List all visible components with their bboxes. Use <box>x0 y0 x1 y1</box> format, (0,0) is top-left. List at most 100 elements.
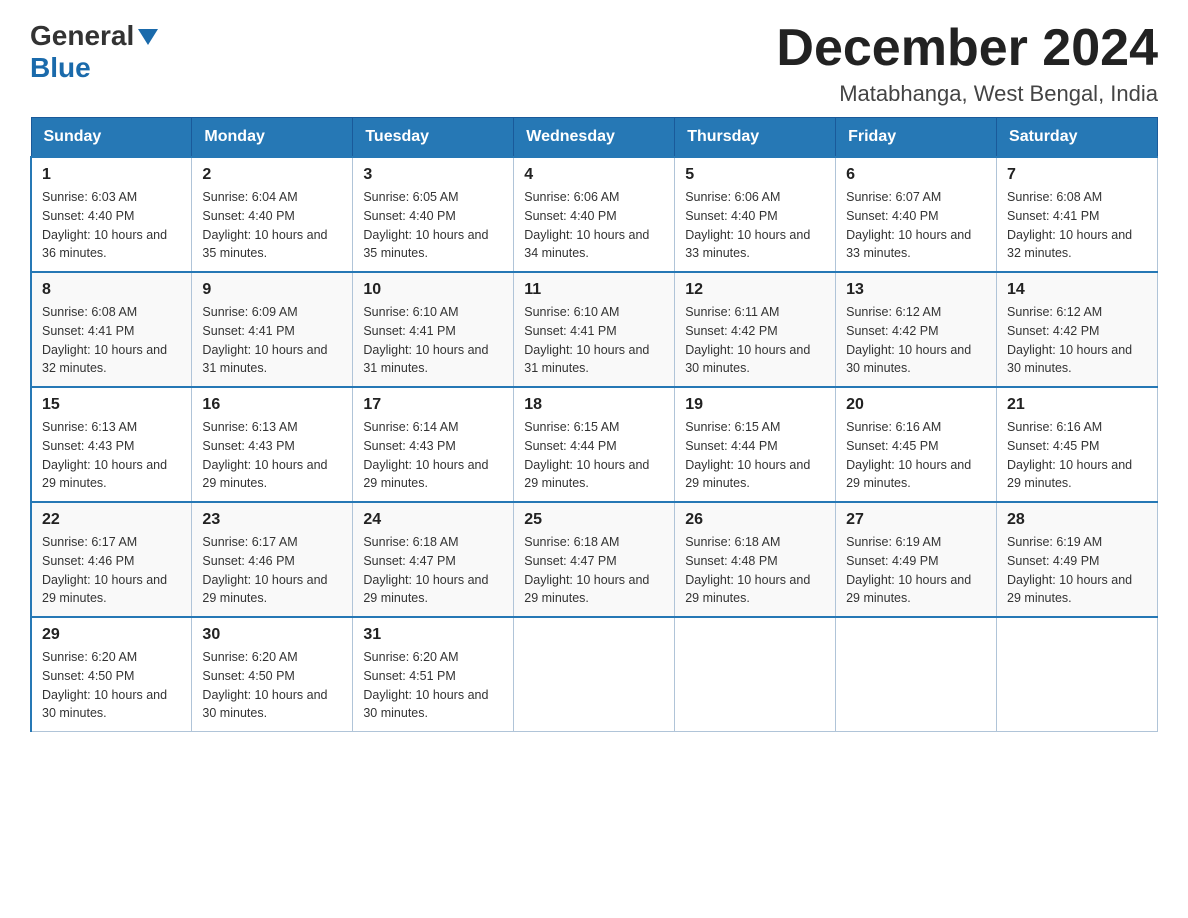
day-number: 4 <box>524 166 664 184</box>
calendar-cell: 28 Sunrise: 6:19 AMSunset: 4:49 PMDayligh… <box>997 502 1158 617</box>
calendar-cell: 19Sunrise: 6:15 AMSunset: 4:44 PMDayligh… <box>675 387 836 502</box>
col-header-monday: Monday <box>192 118 353 158</box>
calendar-cell: 4 Sunrise: 6:06 AMSunset: 4:40 PMDaylight… <box>514 157 675 272</box>
calendar-cell: 10 Sunrise: 6:10 AMSunset: 4:41 PMDayligh… <box>353 272 514 387</box>
calendar-subtitle: Matabhanga, West Bengal, India <box>776 81 1158 107</box>
day-info: Sunrise: 6:06 AMSunset: 4:40 PMDaylight:… <box>524 188 664 263</box>
day-info: Sunrise: 6:19 AMSunset: 4:49 PMDaylight:… <box>1007 533 1147 608</box>
day-info: Sunrise: 6:13 AMSunset: 4:43 PMDaylight:… <box>202 418 342 493</box>
day-number: 12 <box>685 281 825 299</box>
day-number: 22 <box>42 511 181 529</box>
calendar-cell: 15Sunrise: 6:13 AMSunset: 4:43 PMDayligh… <box>31 387 192 502</box>
day-number: 10 <box>363 281 503 299</box>
day-number: 26 <box>685 511 825 529</box>
col-header-saturday: Saturday <box>997 118 1158 158</box>
week-row-5: 29 Sunrise: 6:20 AMSunset: 4:50 PMDayligh… <box>31 617 1158 732</box>
day-info: Sunrise: 6:16 AMSunset: 4:45 PMDaylight:… <box>1007 418 1147 493</box>
day-info: Sunrise: 6:20 AMSunset: 4:50 PMDaylight:… <box>202 648 342 723</box>
logo-blue-text: Blue <box>30 52 91 84</box>
day-number: 24 <box>363 511 503 529</box>
day-info: Sunrise: 6:04 AMSunset: 4:40 PMDaylight:… <box>202 188 342 263</box>
calendar-cell: 8 Sunrise: 6:08 AMSunset: 4:41 PMDaylight… <box>31 272 192 387</box>
day-number: 13 <box>846 281 986 299</box>
col-header-tuesday: Tuesday <box>353 118 514 158</box>
calendar-cell: 6 Sunrise: 6:07 AMSunset: 4:40 PMDaylight… <box>836 157 997 272</box>
day-info: Sunrise: 6:18 AMSunset: 4:47 PMDaylight:… <box>524 533 664 608</box>
col-header-friday: Friday <box>836 118 997 158</box>
calendar-cell: 13 Sunrise: 6:12 AMSunset: 4:42 PMDayligh… <box>836 272 997 387</box>
logo: General <box>30 20 160 52</box>
day-number: 28 <box>1007 511 1147 529</box>
day-number: 14 <box>1007 281 1147 299</box>
day-info: Sunrise: 6:16 AMSunset: 4:45 PMDaylight:… <box>846 418 986 493</box>
calendar-cell: 16 Sunrise: 6:13 AMSunset: 4:43 PMDayligh… <box>192 387 353 502</box>
day-info: Sunrise: 6:10 AMSunset: 4:41 PMDaylight:… <box>363 303 503 378</box>
logo-area: General Blue <box>30 20 160 84</box>
calendar-cell <box>675 617 836 732</box>
col-header-sunday: Sunday <box>31 118 192 158</box>
day-info: Sunrise: 6:12 AMSunset: 4:42 PMDaylight:… <box>846 303 986 378</box>
day-number: 5 <box>685 166 825 184</box>
day-number: 3 <box>363 166 503 184</box>
day-number: 25 <box>524 511 664 529</box>
calendar-cell: 23 Sunrise: 6:17 AMSunset: 4:46 PMDayligh… <box>192 502 353 617</box>
col-header-thursday: Thursday <box>675 118 836 158</box>
day-info: Sunrise: 6:20 AMSunset: 4:51 PMDaylight:… <box>363 648 503 723</box>
day-number: 16 <box>202 396 342 414</box>
day-info: Sunrise: 6:18 AMSunset: 4:47 PMDaylight:… <box>363 533 503 608</box>
week-row-4: 22 Sunrise: 6:17 AMSunset: 4:46 PMDayligh… <box>31 502 1158 617</box>
day-info: Sunrise: 6:09 AMSunset: 4:41 PMDaylight:… <box>202 303 342 378</box>
day-number: 6 <box>846 166 986 184</box>
calendar-cell: 12 Sunrise: 6:11 AMSunset: 4:42 PMDayligh… <box>675 272 836 387</box>
day-number: 29 <box>42 626 181 644</box>
calendar-cell: 26 Sunrise: 6:18 AMSunset: 4:48 PMDayligh… <box>675 502 836 617</box>
day-info: Sunrise: 6:03 AMSunset: 4:40 PMDaylight:… <box>42 188 181 263</box>
day-number: 23 <box>202 511 342 529</box>
day-info: Sunrise: 6:06 AMSunset: 4:40 PMDaylight:… <box>685 188 825 263</box>
day-number: 31 <box>363 626 503 644</box>
day-info: Sunrise: 6:10 AMSunset: 4:41 PMDaylight:… <box>524 303 664 378</box>
calendar-cell: 29Sunrise: 6:20 AMSunset: 4:50 PMDayligh… <box>31 617 192 732</box>
day-number: 27 <box>846 511 986 529</box>
calendar-cell: 18Sunrise: 6:15 AMSunset: 4:44 PMDayligh… <box>514 387 675 502</box>
week-row-3: 15 Sunrise: 6:13 AMSunset: 4:43 PMDayligh… <box>31 387 1158 502</box>
calendar-cell <box>997 617 1158 732</box>
day-number: 1 <box>42 166 181 184</box>
day-info: Sunrise: 6:15 AMSunset: 4:44 PMDaylight:… <box>524 418 664 493</box>
day-info: Sunrise: 6:05 AMSunset: 4:40 PMDaylight:… <box>363 188 503 263</box>
day-number: 7 <box>1007 166 1147 184</box>
logo-triangle-icon <box>138 29 158 45</box>
day-info: Sunrise: 6:17 AMSunset: 4:46 PMDaylight:… <box>202 533 342 608</box>
logo-general-text: General <box>30 20 134 52</box>
calendar-cell <box>514 617 675 732</box>
calendar-cell: 31 Sunrise: 6:20 AMSunset: 4:51 PMDayligh… <box>353 617 514 732</box>
page-header: General Blue December 2024 Matabhanga, W… <box>30 20 1158 107</box>
calendar-table: SundayMondayTuesdayWednesdayThursdayFrid… <box>30 117 1158 732</box>
calendar-cell: 3 Sunrise: 6:05 AMSunset: 4:40 PMDaylight… <box>353 157 514 272</box>
day-number: 8 <box>42 281 181 299</box>
day-number: 15 <box>42 396 181 414</box>
day-info: Sunrise: 6:07 AMSunset: 4:40 PMDaylight:… <box>846 188 986 263</box>
calendar-cell: 1 Sunrise: 6:03 AMSunset: 4:40 PMDaylight… <box>31 157 192 272</box>
day-info: Sunrise: 6:14 AMSunset: 4:43 PMDaylight:… <box>363 418 503 493</box>
calendar-cell: 17Sunrise: 6:14 AMSunset: 4:43 PMDayligh… <box>353 387 514 502</box>
day-number: 19 <box>685 396 825 414</box>
day-info: Sunrise: 6:18 AMSunset: 4:48 PMDaylight:… <box>685 533 825 608</box>
day-number: 9 <box>202 281 342 299</box>
day-info: Sunrise: 6:08 AMSunset: 4:41 PMDaylight:… <box>42 303 181 378</box>
day-info: Sunrise: 6:11 AMSunset: 4:42 PMDaylight:… <box>685 303 825 378</box>
calendar-cell: 11Sunrise: 6:10 AMSunset: 4:41 PMDayligh… <box>514 272 675 387</box>
calendar-cell: 27 Sunrise: 6:19 AMSunset: 4:49 PMDayligh… <box>836 502 997 617</box>
calendar-cell: 24 Sunrise: 6:18 AMSunset: 4:47 PMDayligh… <box>353 502 514 617</box>
day-info: Sunrise: 6:08 AMSunset: 4:41 PMDaylight:… <box>1007 188 1147 263</box>
day-info: Sunrise: 6:12 AMSunset: 4:42 PMDaylight:… <box>1007 303 1147 378</box>
day-info: Sunrise: 6:19 AMSunset: 4:49 PMDaylight:… <box>846 533 986 608</box>
calendar-cell: 25 Sunrise: 6:18 AMSunset: 4:47 PMDayligh… <box>514 502 675 617</box>
day-number: 21 <box>1007 396 1147 414</box>
title-area: December 2024 Matabhanga, West Bengal, I… <box>776 20 1158 107</box>
col-header-wednesday: Wednesday <box>514 118 675 158</box>
calendar-cell: 2Sunrise: 6:04 AMSunset: 4:40 PMDaylight… <box>192 157 353 272</box>
week-row-2: 8 Sunrise: 6:08 AMSunset: 4:41 PMDaylight… <box>31 272 1158 387</box>
calendar-cell <box>836 617 997 732</box>
day-number: 20 <box>846 396 986 414</box>
